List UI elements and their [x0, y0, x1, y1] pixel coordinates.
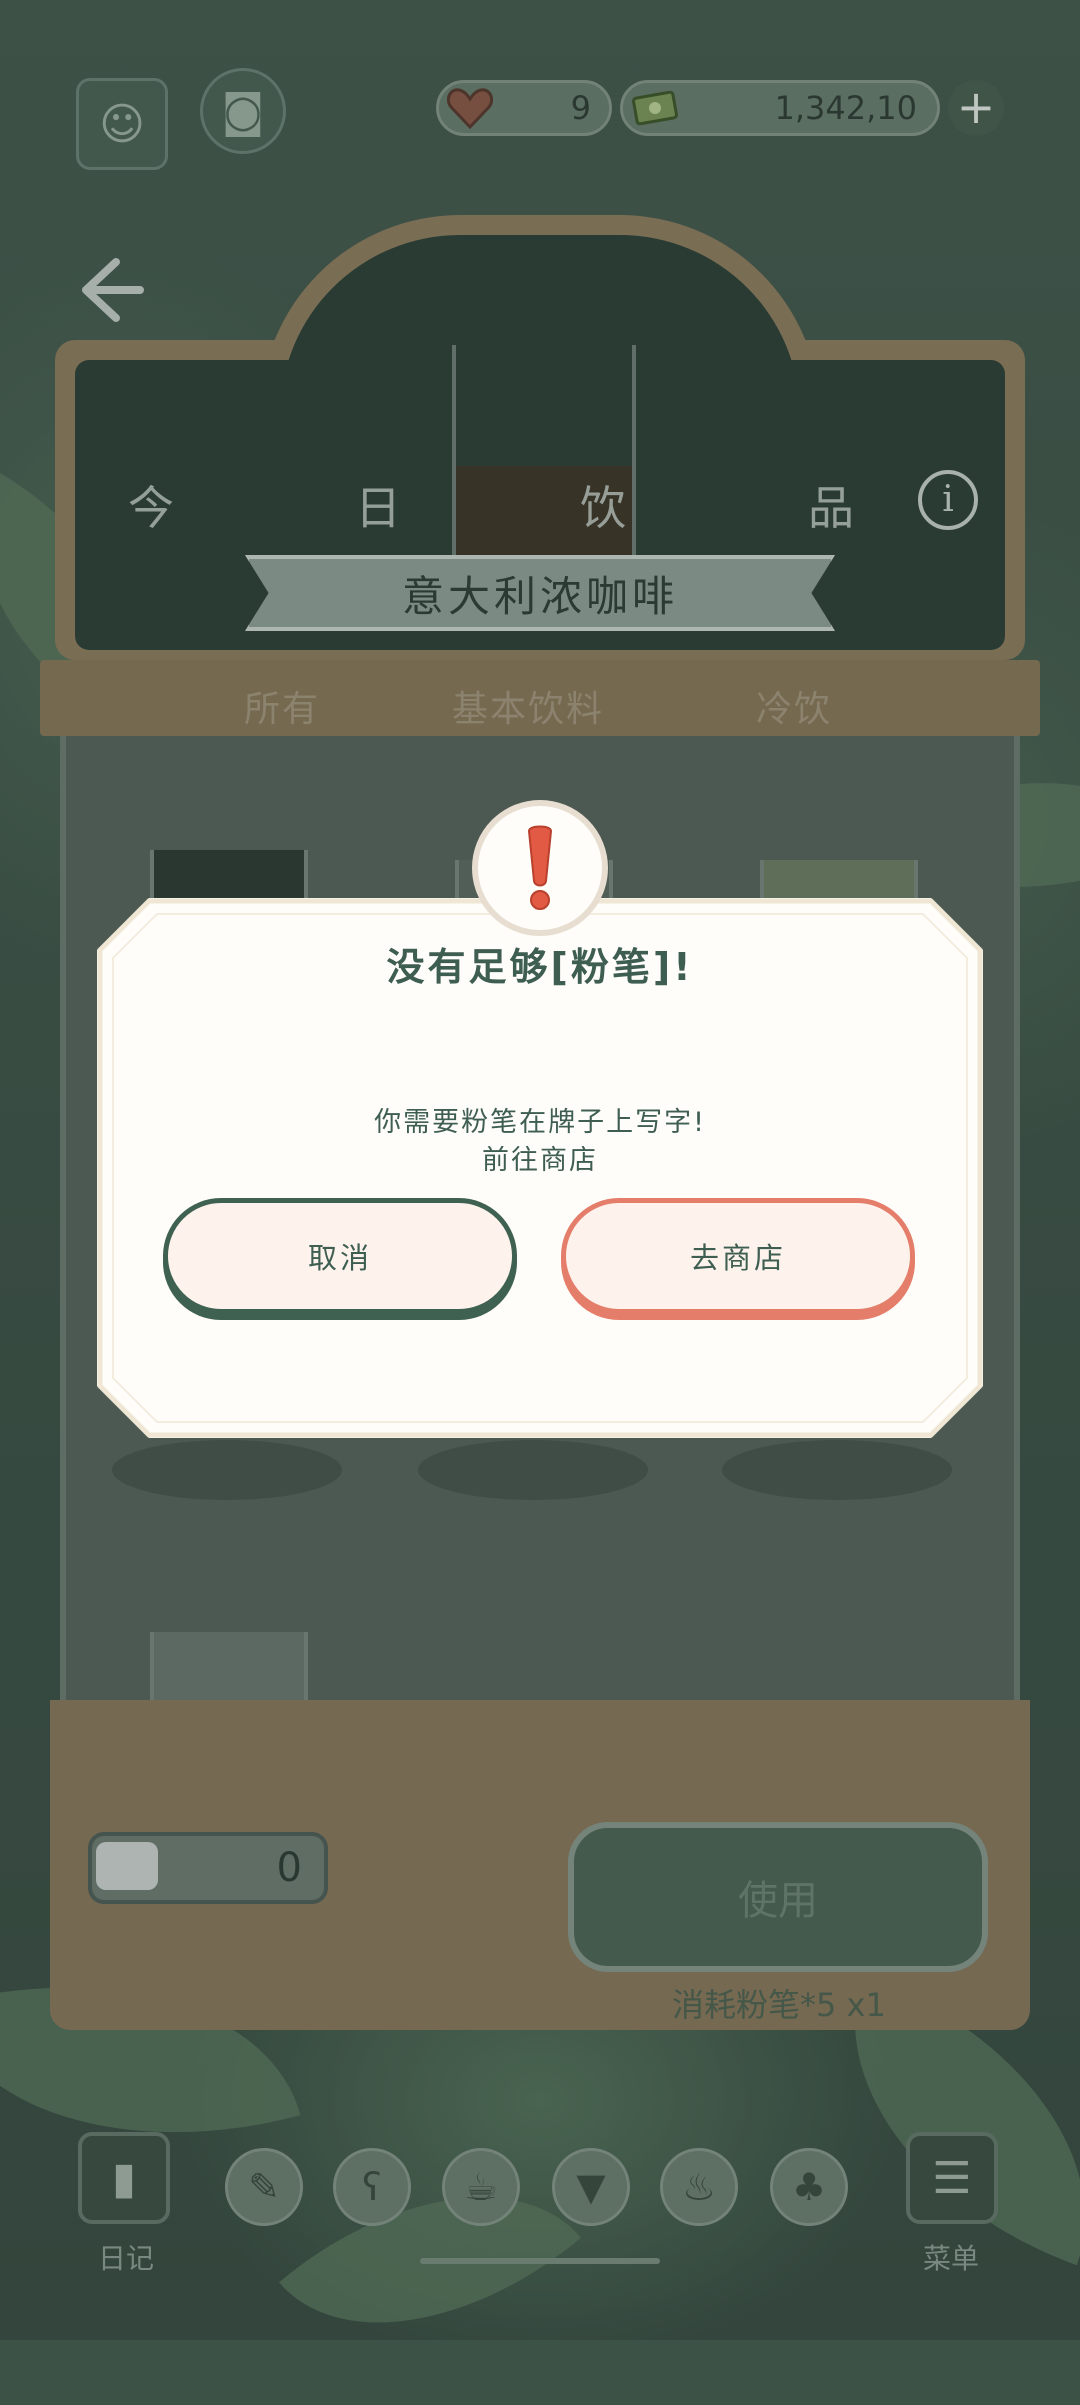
dialog-message-line2: 前往商店	[482, 1145, 598, 1176]
dialog-title: 没有足够[粉笔]!	[386, 945, 694, 989]
alert-badge	[472, 800, 608, 936]
cancel-button[interactable]: 取消	[163, 1198, 517, 1314]
exclamation-icon	[527, 825, 553, 910]
dialog-message-line1: 你需要粉笔在牌子上写字!	[374, 1107, 706, 1138]
go-to-shop-button[interactable]: 去商店	[561, 1198, 915, 1314]
